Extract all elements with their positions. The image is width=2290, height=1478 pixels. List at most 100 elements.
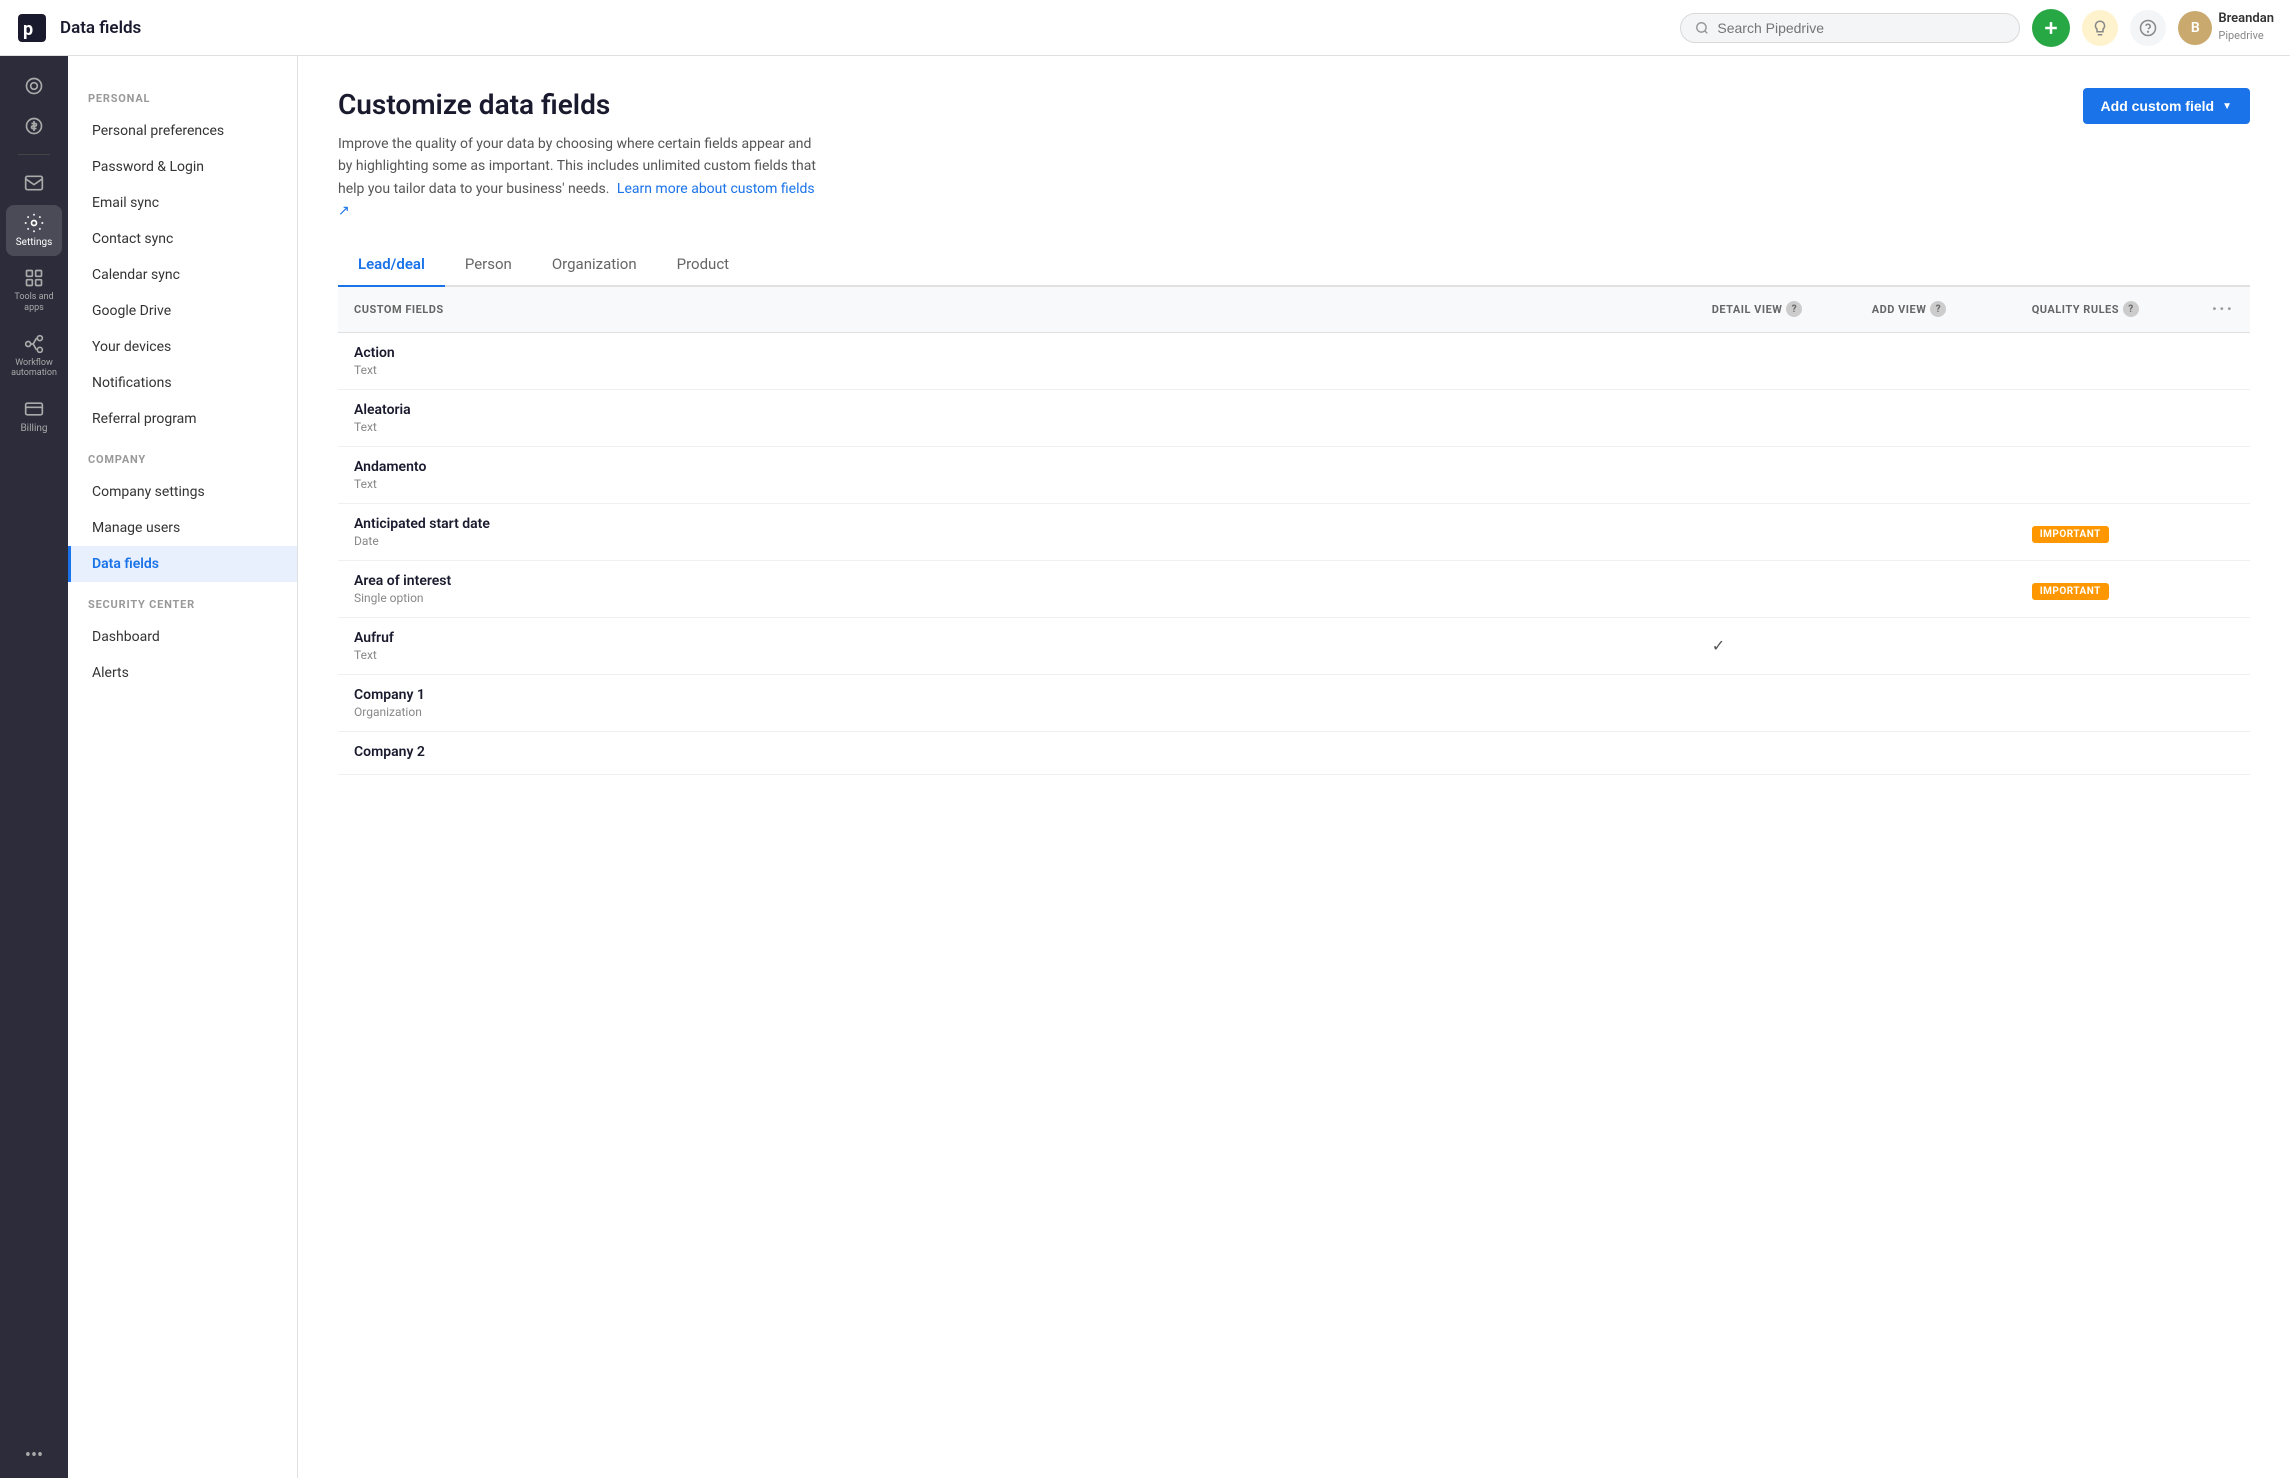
field-company-1: Company 1 Organization <box>338 674 1696 731</box>
col-quality-rules: QUALITY RULES ? <box>2016 287 2196 333</box>
field-aleatoria-more[interactable] <box>2196 389 2250 446</box>
logo: p <box>16 12 48 44</box>
field-action-add-view <box>1856 332 2016 389</box>
user-avatar-area[interactable]: B Breandan Pipedrive <box>2178 11 2274 45</box>
pipeline-icon <box>24 76 44 96</box>
sidebar-settings-label: Settings <box>16 237 53 248</box>
nav-email-sync[interactable]: Email sync <box>68 185 297 221</box>
avatar: B <box>2178 11 2212 45</box>
add-custom-field-button[interactable]: Add custom field ▼ <box>2083 88 2250 124</box>
table-body: Action Text Aleatoria Text <box>338 332 2250 774</box>
detail-view-help-icon[interactable]: ? <box>1786 301 1802 317</box>
nav-data-fields[interactable]: Data fields <box>68 546 297 582</box>
nav-manage-users[interactable]: Manage users <box>68 510 297 546</box>
main-title: Customize data fields <box>338 88 818 121</box>
col-detail-view: DETAIL VIEW ? <box>1696 287 1856 333</box>
quality-rules-help-icon[interactable]: ? <box>2123 301 2139 317</box>
main-content: Customize data fields Improve the qualit… <box>298 56 2290 1478</box>
field-aufruf-more[interactable] <box>2196 617 2250 674</box>
sidebar-item-billing[interactable]: Billing <box>6 391 62 442</box>
field-company2-more[interactable] <box>2196 731 2250 774</box>
tips-button[interactable] <box>2082 10 2118 46</box>
checkmark-icon: ✓ <box>1712 636 1725 655</box>
pipedrive-logo-icon: p <box>18 14 46 42</box>
nav-calendar-sync[interactable]: Calendar sync <box>68 257 297 293</box>
personal-section-label: PERSONAL <box>68 76 297 113</box>
field-action-more[interactable] <box>2196 332 2250 389</box>
sidebar-item-settings[interactable]: Settings <box>6 205 62 256</box>
security-section-label: SECURITY CENTER <box>68 582 297 619</box>
tab-product[interactable]: Product <box>657 243 749 287</box>
field-andamento-more[interactable] <box>2196 446 2250 503</box>
sidebar-more-button[interactable]: ••• <box>25 1445 43 1466</box>
field-area-more[interactable] <box>2196 560 2250 617</box>
help-button[interactable] <box>2130 10 2166 46</box>
field-aufruf-detail-view: ✓ <box>1696 617 1856 674</box>
field-company1-more[interactable] <box>2196 674 2250 731</box>
sidebar-item-pipeline[interactable] <box>6 68 62 104</box>
sidebar-item-workflow[interactable]: Workflow automation <box>6 326 62 388</box>
dropdown-arrow-icon: ▼ <box>2222 101 2232 112</box>
sidebar-item-tools[interactable]: Tools and apps <box>6 260 62 322</box>
svg-text:p: p <box>23 19 33 40</box>
nav-google-drive[interactable]: Google Drive <box>68 293 297 329</box>
search-icon <box>1695 21 1709 35</box>
sidebar-item-deals[interactable] <box>6 108 62 144</box>
sidebar-divider-1 <box>18 154 50 155</box>
col-custom-fields: CUSTOM FIELDS <box>338 287 1696 333</box>
search-input[interactable] <box>1717 20 1977 36</box>
user-name: Breandan Pipedrive <box>2218 11 2274 45</box>
left-sidebar: Settings Tools and apps Workflow automat… <box>0 56 68 1478</box>
col-add-view: ADD VIEW ? <box>1856 287 2016 333</box>
field-aufruf: Aufruf Text <box>338 617 1696 674</box>
mail-icon <box>24 173 44 193</box>
table-row: Anticipated start date Date IMPORTANT <box>338 503 2250 560</box>
tab-lead-deal[interactable]: Lead/deal <box>338 243 445 287</box>
billing-icon <box>24 399 44 419</box>
sidebar-billing-label: Billing <box>20 423 47 434</box>
main-header-text: Customize data fields Improve the qualit… <box>338 88 818 223</box>
field-action-quality-rules <box>2016 332 2196 389</box>
main-header: Customize data fields Improve the qualit… <box>338 88 2250 223</box>
nav-referral-program[interactable]: Referral program <box>68 401 297 437</box>
important-badge-anticipated: IMPORTANT <box>2032 526 2109 543</box>
sidebar-workflow-label: Workflow automation <box>10 358 58 380</box>
tab-organization[interactable]: Organization <box>532 243 657 287</box>
field-action-detail-view <box>1696 332 1856 389</box>
table-header: CUSTOM FIELDS DETAIL VIEW ? ADD VIEW ? <box>338 287 2250 333</box>
nav-alerts[interactable]: Alerts <box>68 655 297 691</box>
table-row: Action Text <box>338 332 2250 389</box>
field-andamento: Andamento Text <box>338 446 1696 503</box>
search-bar[interactable] <box>1680 13 2020 43</box>
table-row: Area of interest Single option IMPORTANT <box>338 560 2250 617</box>
workflow-icon <box>24 334 44 354</box>
table-row: Aufruf Text ✓ <box>338 617 2250 674</box>
nav-password-login[interactable]: Password & Login <box>68 149 297 185</box>
nav-notifications[interactable]: Notifications <box>68 365 297 401</box>
dollar-icon <box>24 116 44 136</box>
tab-person[interactable]: Person <box>445 243 532 287</box>
nav-personal-preferences[interactable]: Personal preferences <box>68 113 297 149</box>
sidebar-item-email[interactable] <box>6 165 62 201</box>
field-anticipated-badge-cell: IMPORTANT <box>2016 503 2196 560</box>
add-button[interactable] <box>2032 9 2070 47</box>
nav-your-devices[interactable]: Your devices <box>68 329 297 365</box>
custom-fields-table: CUSTOM FIELDS DETAIL VIEW ? ADD VIEW ? <box>338 287 2250 775</box>
nav-security-dashboard[interactable]: Dashboard <box>68 619 297 655</box>
table-more-icon[interactable]: ··· <box>2212 299 2234 320</box>
table-row: Company 1 Organization <box>338 674 2250 731</box>
lightbulb-icon <box>2091 19 2109 37</box>
add-view-help-icon[interactable]: ? <box>1930 301 1946 317</box>
table-row: Andamento Text <box>338 446 2250 503</box>
nav-contact-sync[interactable]: Contact sync <box>68 221 297 257</box>
settings-icon <box>24 213 44 233</box>
table-row: Company 2 <box>338 731 2250 774</box>
nav-company-settings[interactable]: Company settings <box>68 474 297 510</box>
main-description: Improve the quality of your data by choo… <box>338 133 818 223</box>
field-anticipated-start-date: Anticipated start date Date <box>338 503 1696 560</box>
field-area-badge-cell: IMPORTANT <box>2016 560 2196 617</box>
page-title: Data fields <box>60 18 141 38</box>
plus-icon <box>2041 18 2061 38</box>
field-anticipated-more[interactable] <box>2196 503 2250 560</box>
sidebar-tools-label: Tools and apps <box>10 292 58 314</box>
